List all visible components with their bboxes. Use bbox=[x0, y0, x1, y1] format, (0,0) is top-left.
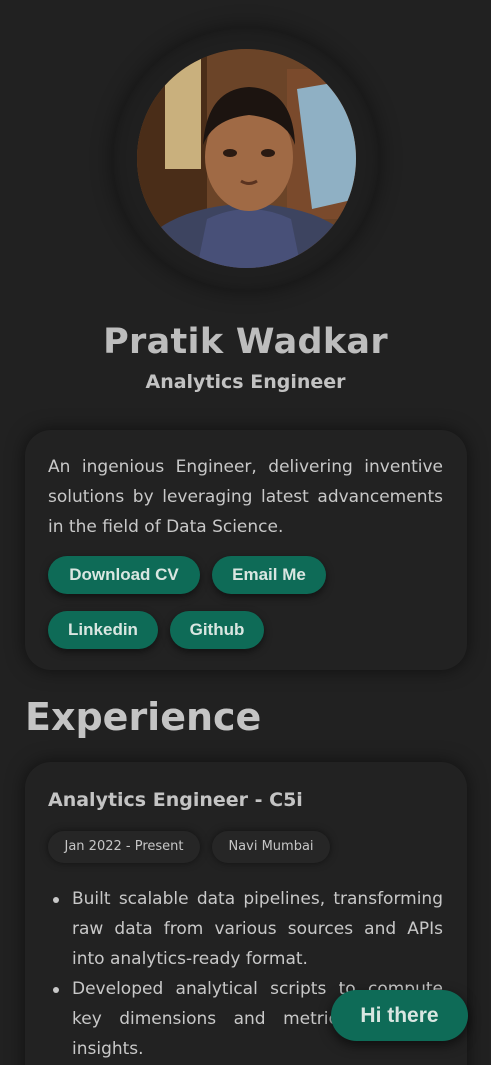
profile-bio: An ingenious Engineer, delivering invent… bbox=[48, 457, 443, 537]
avatar bbox=[137, 49, 356, 268]
profile-name: Pratik Wadkar bbox=[103, 322, 388, 362]
download-cv-button[interactable]: Download CV bbox=[48, 556, 200, 594]
job-date-chip: Jan 2022 - Present bbox=[48, 831, 200, 863]
profile-role: Analytics Engineer bbox=[145, 371, 346, 393]
portfolio-page: Pratik Wadkar Analytics Engineer An inge… bbox=[0, 0, 491, 1065]
email-me-button[interactable]: Email Me bbox=[212, 556, 326, 594]
job-title: Analytics Engineer - C5i bbox=[48, 789, 303, 811]
job-bullet: Built scalable data pipelines, transform… bbox=[48, 884, 443, 974]
github-button[interactable]: Github bbox=[170, 611, 264, 649]
profile-photo bbox=[137, 49, 356, 268]
intro-card: An ingenious Engineer, delivering invent… bbox=[25, 430, 467, 670]
experience-section-title: Experience bbox=[25, 695, 262, 739]
job-location-chip: Navi Mumbai bbox=[212, 831, 330, 863]
chat-button[interactable]: Hi there bbox=[331, 990, 468, 1041]
linkedin-button[interactable]: Linkedin bbox=[48, 611, 158, 649]
